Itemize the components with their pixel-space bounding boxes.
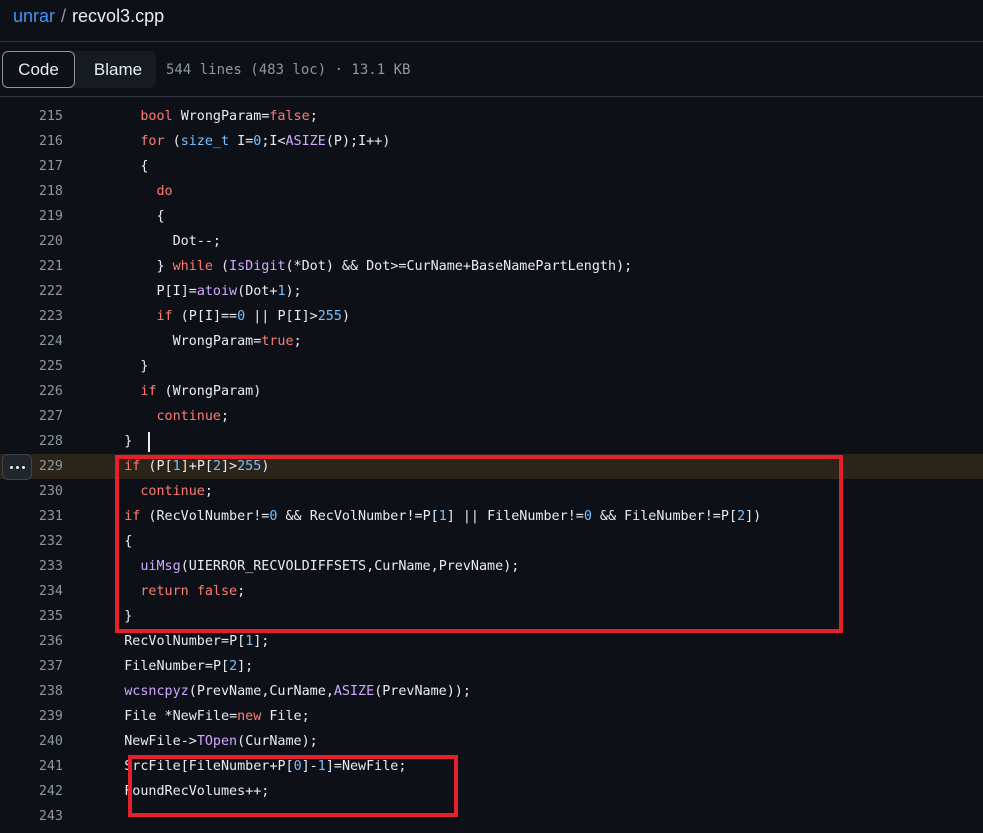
- code-line-text: FoundRecVolumes++;: [124, 784, 270, 799]
- code-line[interactable]: 231 if (RecVolNumber!=0 && RecVolNumber!…: [0, 504, 983, 529]
- code-line-text: {: [92, 534, 133, 549]
- code-line[interactable]: 234 return false;: [0, 579, 983, 604]
- line-number[interactable]: 217: [0, 154, 63, 179]
- code-line-text: } while (IsDigit(*Dot) && Dot>=CurName+B…: [92, 259, 633, 274]
- code-line[interactable]: 237 FileNumber=P[2];: [0, 654, 983, 679]
- code-line-text: FileNumber=P[2];: [124, 659, 254, 674]
- text-cursor: [148, 432, 150, 452]
- code-line[interactable]: 230 continue;: [0, 479, 983, 504]
- breadcrumb-file-name: recvol3.cpp: [72, 6, 165, 26]
- code-line[interactable]: 215 bool WrongParam=false;: [0, 104, 983, 129]
- code-line[interactable]: 240 NewFile->TOpen(CurName);: [0, 729, 983, 754]
- breadcrumb-separator: /: [61, 6, 67, 26]
- code-line[interactable]: 239 File *NewFile=new File;: [0, 704, 983, 729]
- code-line-text: }: [92, 434, 133, 449]
- code-line-text: for (size_t I=0;I<ASIZE(P);I++): [140, 134, 391, 149]
- code-line[interactable]: 218 do: [0, 179, 983, 204]
- code-line[interactable]: 221 } while (IsDigit(*Dot) && Dot>=CurNa…: [0, 254, 983, 279]
- code-line-text: RecVolNumber=P[1];: [124, 634, 270, 649]
- line-number[interactable]: 231: [0, 504, 63, 529]
- line-number[interactable]: 236: [0, 629, 63, 654]
- line-number[interactable]: 237: [0, 654, 63, 679]
- line-number[interactable]: 224: [0, 329, 63, 354]
- line-number[interactable]: 238: [0, 679, 63, 704]
- file-header: unrar / recvol3.cpp: [0, 0, 983, 42]
- kebab-horizontal-icon: [8, 465, 26, 469]
- view-mode-segmented-control: Code Blame: [2, 51, 156, 88]
- code-line[interactable]: 225 }: [0, 354, 983, 379]
- code-line-text: bool WrongParam=false;: [140, 109, 318, 124]
- line-number[interactable]: 216: [0, 129, 63, 154]
- line-number[interactable]: 242: [0, 779, 63, 804]
- line-options-button[interactable]: [2, 454, 32, 480]
- code-line[interactable]: 241 SrcFile[FileNumber+P[0]-1]=NewFile;: [0, 754, 983, 779]
- line-number[interactable]: 234: [0, 579, 63, 604]
- code-line-text: WrongParam=true;: [172, 334, 302, 349]
- line-number[interactable]: 223: [0, 304, 63, 329]
- line-number[interactable]: 225: [0, 354, 63, 379]
- code-line[interactable]: 223 if (P[I]==0 || P[I]>255): [0, 304, 983, 329]
- code-line-text: }: [92, 359, 149, 374]
- file-toolbar: Code Blame 544 lines (483 loc) · 13.1 KB: [0, 42, 983, 97]
- line-number[interactable]: 218: [0, 179, 63, 204]
- breadcrumb-repo-link[interactable]: unrar: [13, 6, 55, 26]
- line-number[interactable]: 226: [0, 379, 63, 404]
- line-number[interactable]: 221: [0, 254, 63, 279]
- code-line-text: P[I]=atoiw(Dot+1);: [156, 284, 302, 299]
- line-number[interactable]: 220: [0, 229, 63, 254]
- code-line[interactable]: 238 wcsncpyz(PrevName,CurName,ASIZE(Prev…: [0, 679, 983, 704]
- code-line[interactable]: 233 uiMsg(UIERROR_RECVOLDIFFSETS,CurName…: [0, 554, 983, 579]
- code-line[interactable]: 242 FoundRecVolumes++;: [0, 779, 983, 804]
- line-number[interactable]: 233: [0, 554, 63, 579]
- code-line-text: do: [156, 184, 173, 199]
- blame-view-button[interactable]: Blame: [79, 51, 157, 88]
- code-line-text: NewFile->TOpen(CurName);: [124, 734, 318, 749]
- code-view-button[interactable]: Code: [2, 51, 75, 88]
- line-number[interactable]: 228: [0, 429, 63, 454]
- code-line-text: }: [92, 609, 133, 624]
- code-line-text: {: [92, 209, 165, 224]
- code-line[interactable]: 220 Dot--;: [0, 229, 983, 254]
- code-line[interactable]: 227 continue;: [0, 404, 983, 429]
- code-line[interactable]: 217 {: [0, 154, 983, 179]
- code-line-text: File *NewFile=new File;: [124, 709, 310, 724]
- code-line-text: wcsncpyz(PrevName,CurName,ASIZE(PrevName…: [124, 684, 471, 699]
- line-number[interactable]: 232: [0, 529, 63, 554]
- code-line-text: if (P[I]==0 || P[I]>255): [156, 309, 351, 324]
- breadcrumb: unrar / recvol3.cpp: [13, 5, 164, 27]
- code-line-text: continue;: [140, 484, 213, 499]
- line-number[interactable]: 243: [0, 804, 63, 829]
- code-line-text: return false;: [140, 584, 246, 599]
- code-line-text: if (P[1]+P[2]>255): [124, 459, 270, 474]
- line-number[interactable]: 239: [0, 704, 63, 729]
- code-line[interactable]: 216 for (size_t I=0;I<ASIZE(P);I++): [0, 129, 983, 154]
- code-line[interactable]: 222 P[I]=atoiw(Dot+1);: [0, 279, 983, 304]
- code-line[interactable]: 226 if (WrongParam): [0, 379, 983, 404]
- line-number[interactable]: 235: [0, 604, 63, 629]
- code-line-text: continue;: [156, 409, 230, 424]
- line-number[interactable]: 241: [0, 754, 63, 779]
- file-meta-info: 544 lines (483 loc) · 13.1 KB: [166, 62, 411, 78]
- code-line-text: {: [92, 159, 149, 174]
- code-line-text: if (RecVolNumber!=0 && RecVolNumber!=P[1…: [124, 509, 762, 524]
- code-line[interactable]: 235 }: [0, 604, 983, 629]
- code-line-text: Dot--;: [172, 234, 221, 249]
- code-line-text: SrcFile[FileNumber+P[0]-1]=NewFile;: [124, 759, 407, 774]
- code-line-text: uiMsg(UIERROR_RECVOLDIFFSETS,CurName,Pre…: [140, 559, 520, 574]
- line-number[interactable]: 240: [0, 729, 63, 754]
- code-line[interactable]: 236 RecVolNumber=P[1];: [0, 629, 983, 654]
- line-number[interactable]: 227: [0, 404, 63, 429]
- code-viewer[interactable]: 243 242 FoundRecVolumes++; 241 SrcFile[Fil…: [0, 97, 983, 833]
- code-line[interactable]: 243: [0, 804, 983, 829]
- line-number[interactable]: 219: [0, 204, 63, 229]
- code-line[interactable]: 224 WrongParam=true;: [0, 329, 983, 354]
- code-line[interactable]: 229 if (P[1]+P[2]>255): [0, 454, 983, 479]
- code-line-text: if (WrongParam): [140, 384, 262, 399]
- line-number[interactable]: 230: [0, 479, 63, 504]
- code-line[interactable]: 232 {: [0, 529, 983, 554]
- code-line[interactable]: 219 {: [0, 204, 983, 229]
- line-number[interactable]: 215: [0, 104, 63, 129]
- line-number[interactable]: 222: [0, 279, 63, 304]
